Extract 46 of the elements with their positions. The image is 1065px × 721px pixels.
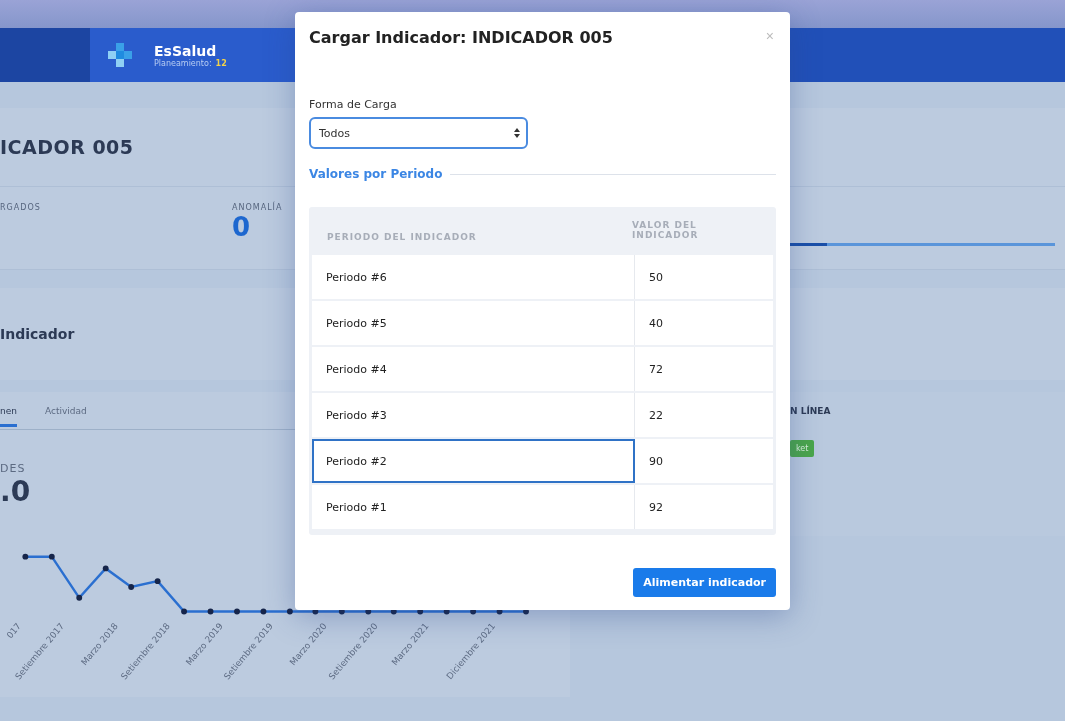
section-heading: Valores por Periodo xyxy=(309,167,443,181)
subtitle: Planeamiento: xyxy=(154,58,212,68)
metric-label: DES xyxy=(0,462,26,476)
value-input[interactable]: 72 xyxy=(635,347,773,391)
metric-value: .0 xyxy=(0,475,31,509)
data-point xyxy=(286,608,293,615)
column-header: VALOR DEL INDICADOR xyxy=(631,220,700,240)
value-input[interactable]: 92 xyxy=(635,485,773,529)
select-arrows-icon xyxy=(514,128,520,138)
value-input[interactable]: 50 xyxy=(635,255,773,299)
stat-value: 0 xyxy=(232,212,251,242)
data-point xyxy=(207,608,214,615)
period-input[interactable]: Periodo #5 xyxy=(312,301,635,345)
data-point xyxy=(48,553,55,560)
page-title: ICADOR 005 xyxy=(0,136,134,158)
period-input[interactable]: Periodo #4 xyxy=(312,347,635,391)
data-point xyxy=(128,584,135,591)
select-field[interactable]: Todos xyxy=(309,117,528,149)
data-point xyxy=(181,608,187,615)
stat-label: RGADOS xyxy=(0,203,41,212)
data-point xyxy=(234,608,240,615)
data-point xyxy=(154,578,161,585)
column-header: PERIODO DEL INDICADOR xyxy=(326,231,478,242)
value-input[interactable]: 90 xyxy=(635,439,773,483)
value-input[interactable]: 22 xyxy=(635,393,773,437)
submit-button[interactable]: Alimentar indicador xyxy=(633,568,776,597)
period-input[interactable]: Periodo #6 xyxy=(312,255,635,299)
data-point xyxy=(260,608,267,615)
count: 12 xyxy=(215,58,227,68)
value-input[interactable]: 40 xyxy=(635,301,773,345)
status-badge: ket xyxy=(790,440,815,457)
period-input[interactable]: Periodo #2 xyxy=(312,439,635,483)
stat-label: ANOMALÍA xyxy=(232,203,283,212)
period-input[interactable]: Periodo #3 xyxy=(312,393,635,437)
modal-title: Cargar Indicador: INDICADOR 005 xyxy=(309,28,613,47)
tab[interactable]: nen xyxy=(0,395,17,427)
data-point xyxy=(22,553,29,560)
tab[interactable]: Actividad xyxy=(44,395,87,427)
field-label: Forma de Carga xyxy=(309,98,397,111)
data-point xyxy=(76,595,83,601)
side-title: N LÍNEA xyxy=(790,406,831,416)
section-title: Indicador xyxy=(0,326,75,342)
logo-icon xyxy=(108,43,132,67)
period-input[interactable]: Periodo #1 xyxy=(312,485,635,529)
brand-name: EsSalud xyxy=(154,42,218,59)
data-point xyxy=(102,565,109,572)
